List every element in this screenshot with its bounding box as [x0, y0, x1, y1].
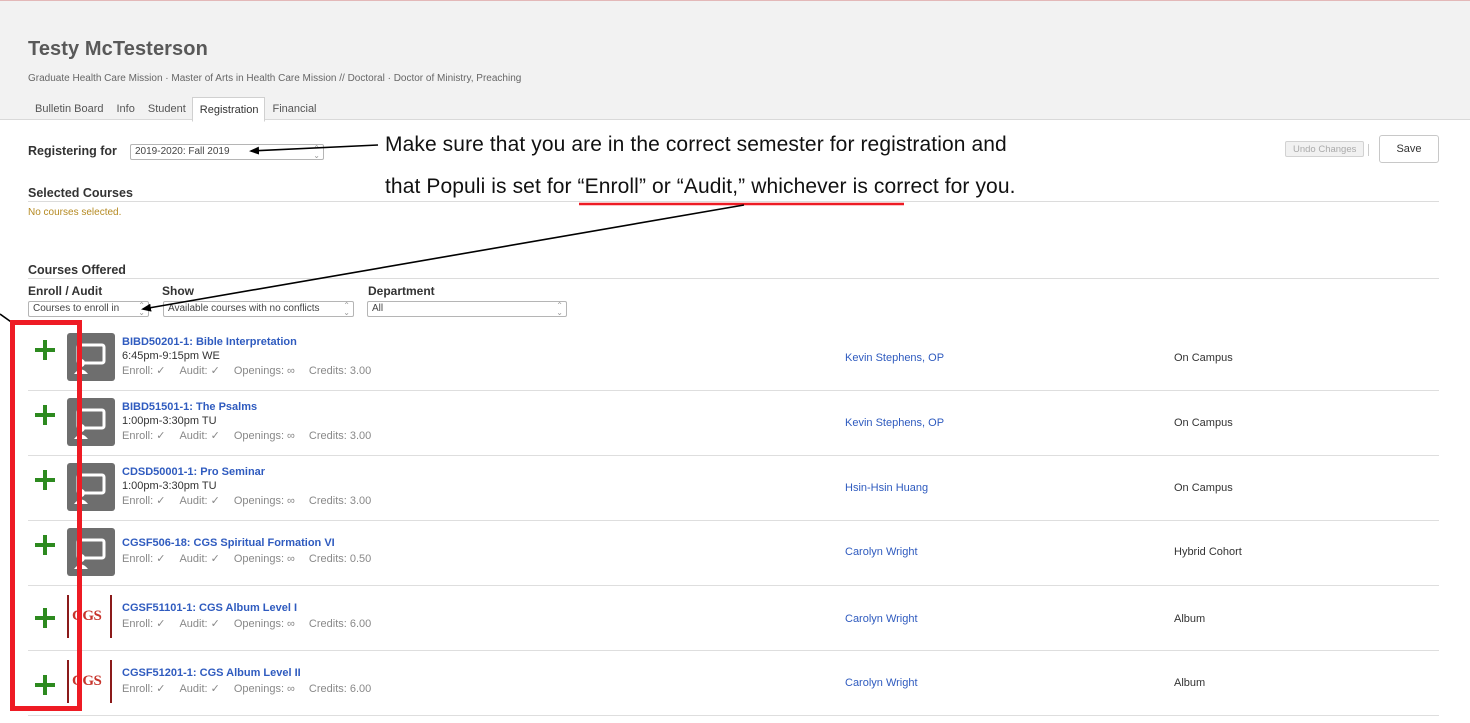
instructor-link[interactable]: Kevin Stephens, OP — [845, 417, 944, 429]
select-arrows-icon: ⌃ ⌄ — [343, 301, 350, 317]
course-location: On Campus — [1174, 417, 1233, 429]
audit-status: Audit: ✓ — [179, 553, 220, 565]
enroll-audit-label: Enroll / Audit — [28, 284, 103, 298]
credits: Credits: 6.00 — [308, 683, 372, 695]
arrow-to-enroll-audit-select — [141, 204, 745, 312]
enroll-status: Enroll: ✓ — [122, 430, 166, 442]
enroll-audit-select-value: Courses to enroll in — [33, 303, 120, 314]
course-title-link[interactable]: BIBD50201-1: Bible Interpretation — [122, 336, 297, 348]
no-courses-message: No courses selected. — [28, 207, 122, 218]
course-meta: Enroll: ✓ Audit: ✓ Openings: ∞ Credits: 6.0… — [122, 617, 385, 630]
add-buttons-highlight-box — [10, 320, 82, 711]
audit-status: Audit: ✓ — [179, 618, 220, 630]
logo-bar-right — [110, 595, 112, 638]
openings-status: Openings: ∞ — [233, 365, 295, 377]
annotation-text-line2: that Populi is set for “Enroll” or “Audi… — [385, 175, 1016, 199]
course-title-link[interactable]: CGSF51101-1: CGS Album Level I — [122, 602, 297, 614]
tab-info[interactable]: Info — [110, 97, 141, 121]
credits: Credits: 3.00 — [308, 365, 372, 377]
course-location: On Campus — [1174, 352, 1233, 364]
credits: Credits: 0.50 — [308, 553, 372, 565]
course-row: CGSF506-18: CGS Spiritual Formation VI E… — [28, 521, 1439, 586]
course-row: CGS CGSF51201-1: CGS Album Level II Enro… — [28, 651, 1439, 716]
profile-tabs: Bulletin Board Info Student Registration… — [28, 97, 323, 122]
department-select-value: All — [372, 303, 384, 314]
tab-financial[interactable]: Financial — [265, 97, 322, 121]
course-location: Album — [1174, 613, 1206, 625]
course-row: BIBD51501-1: The Psalms 1:00pm-3:30pm TU… — [28, 391, 1439, 456]
openings-status: Openings: ∞ — [233, 430, 295, 442]
term-select-value: 2019-2020: Fall 2019 — [135, 146, 230, 157]
annotation-prefix: that Populi is set for “ — [385, 175, 585, 198]
courses-offered-title: Courses Offered — [28, 263, 126, 277]
audit-status: Audit: ✓ — [179, 495, 220, 507]
course-meta: Enroll: ✓ Audit: ✓ Openings: ∞ Credits: 6.0… — [122, 682, 385, 695]
student-programs: Graduate Health Care Mission · Master of… — [28, 73, 522, 84]
credits: Credits: 3.00 — [308, 430, 372, 442]
course-row: BIBD50201-1: Bible Interpretation 6:45pm… — [28, 326, 1439, 391]
course-time: 1:00pm-3:30pm TU — [122, 415, 217, 427]
department-select[interactable]: All ⌃ ⌄ — [367, 301, 567, 317]
audit-status: Audit: ✓ — [179, 430, 220, 442]
audit-status: Audit: ✓ — [179, 365, 220, 377]
credits: Credits: 6.00 — [308, 618, 372, 630]
select-arrows-icon: ⌃ ⌄ — [313, 144, 320, 160]
show-select-value: Available courses with no conflicts — [168, 303, 320, 314]
course-location: On Campus — [1174, 482, 1233, 494]
show-label: Show — [162, 284, 194, 298]
selected-courses-divider — [28, 201, 1439, 202]
save-button[interactable]: Save — [1379, 135, 1439, 163]
select-arrows-icon: ⌃ ⌄ — [556, 301, 563, 317]
enroll-audit-select[interactable]: Courses to enroll in ⌃ ⌄ — [28, 301, 149, 317]
credits: Credits: 3.00 — [308, 495, 372, 507]
course-location: Hybrid Cohort — [1174, 546, 1242, 558]
enroll-status: Enroll: ✓ — [122, 553, 166, 565]
term-select[interactable]: 2019-2020: Fall 2019 ⌃ ⌄ — [130, 144, 324, 160]
registering-for-label: Registering for — [28, 144, 117, 158]
undo-changes-button[interactable]: Undo Changes — [1285, 141, 1365, 157]
show-select[interactable]: Available courses with no conflicts ⌃ ⌄ — [163, 301, 354, 317]
instructor-link[interactable]: Carolyn Wright — [845, 677, 918, 689]
annotation-suffix: ,” whichever is correct for you. — [732, 175, 1016, 198]
enroll-status: Enroll: ✓ — [122, 365, 166, 377]
course-title-link[interactable]: BIBD51501-1: The Psalms — [122, 401, 257, 413]
profile-header: Testy McTesterson Graduate Health Care M… — [0, 1, 1470, 122]
student-name: Testy McTesterson — [28, 38, 208, 60]
tab-registration[interactable]: Registration — [191, 97, 266, 122]
select-arrows-icon: ⌃ ⌄ — [138, 301, 145, 317]
annotation-text-line1: Make sure that you are in the correct se… — [385, 133, 1007, 156]
instructor-link[interactable]: Carolyn Wright — [845, 546, 918, 558]
instructor-link[interactable]: Carolyn Wright — [845, 613, 918, 625]
openings-status: Openings: ∞ — [233, 618, 295, 630]
audit-status: Audit: ✓ — [179, 683, 220, 695]
course-meta: Enroll: ✓ Audit: ✓ Openings: ∞ Credits: 3.0… — [122, 494, 385, 507]
courses-offered-divider — [28, 278, 1439, 279]
tab-student[interactable]: Student — [141, 97, 192, 121]
openings-status: Openings: ∞ — [233, 553, 295, 565]
course-time: 1:00pm-3:30pm TU — [122, 480, 217, 492]
instructor-link[interactable]: Hsin-Hsin Huang — [845, 482, 928, 494]
course-meta: Enroll: ✓ Audit: ✓ Openings: ∞ Credits: 3.0… — [122, 429, 385, 442]
course-location: Album — [1174, 677, 1206, 689]
course-meta: Enroll: ✓ Audit: ✓ Openings: ∞ Credits: 0.5… — [122, 552, 385, 565]
selected-courses-title: Selected Courses — [28, 186, 133, 200]
department-label: Department — [368, 284, 435, 298]
course-row: CGS CGSF51101-1: CGS Album Level I Enrol… — [28, 586, 1439, 651]
openings-status: Openings: ∞ — [233, 495, 295, 507]
annotation-underlined: Enroll” or “Audit — [584, 175, 733, 198]
openings-status: Openings: ∞ — [233, 683, 295, 695]
enroll-status: Enroll: ✓ — [122, 618, 166, 630]
logo-bar-right — [110, 660, 112, 703]
course-time: 6:45pm-9:15pm WE — [122, 350, 220, 362]
course-meta: Enroll: ✓ Audit: ✓ Openings: ∞ Credits: 3.0… — [122, 364, 385, 377]
button-divider — [1368, 144, 1369, 156]
course-title-link[interactable]: CDSD50001-1: Pro Seminar — [122, 466, 265, 478]
course-title-link[interactable]: CGSF506-18: CGS Spiritual Formation VI — [122, 537, 335, 549]
tab-bulletin-board[interactable]: Bulletin Board — [28, 97, 110, 121]
instructor-link[interactable]: Kevin Stephens, OP — [845, 352, 944, 364]
enroll-status: Enroll: ✓ — [122, 683, 166, 695]
enroll-status: Enroll: ✓ — [122, 495, 166, 507]
course-title-link[interactable]: CGSF51201-1: CGS Album Level II — [122, 667, 301, 679]
course-row: CDSD50001-1: Pro Seminar 1:00pm-3:30pm T… — [28, 456, 1439, 521]
